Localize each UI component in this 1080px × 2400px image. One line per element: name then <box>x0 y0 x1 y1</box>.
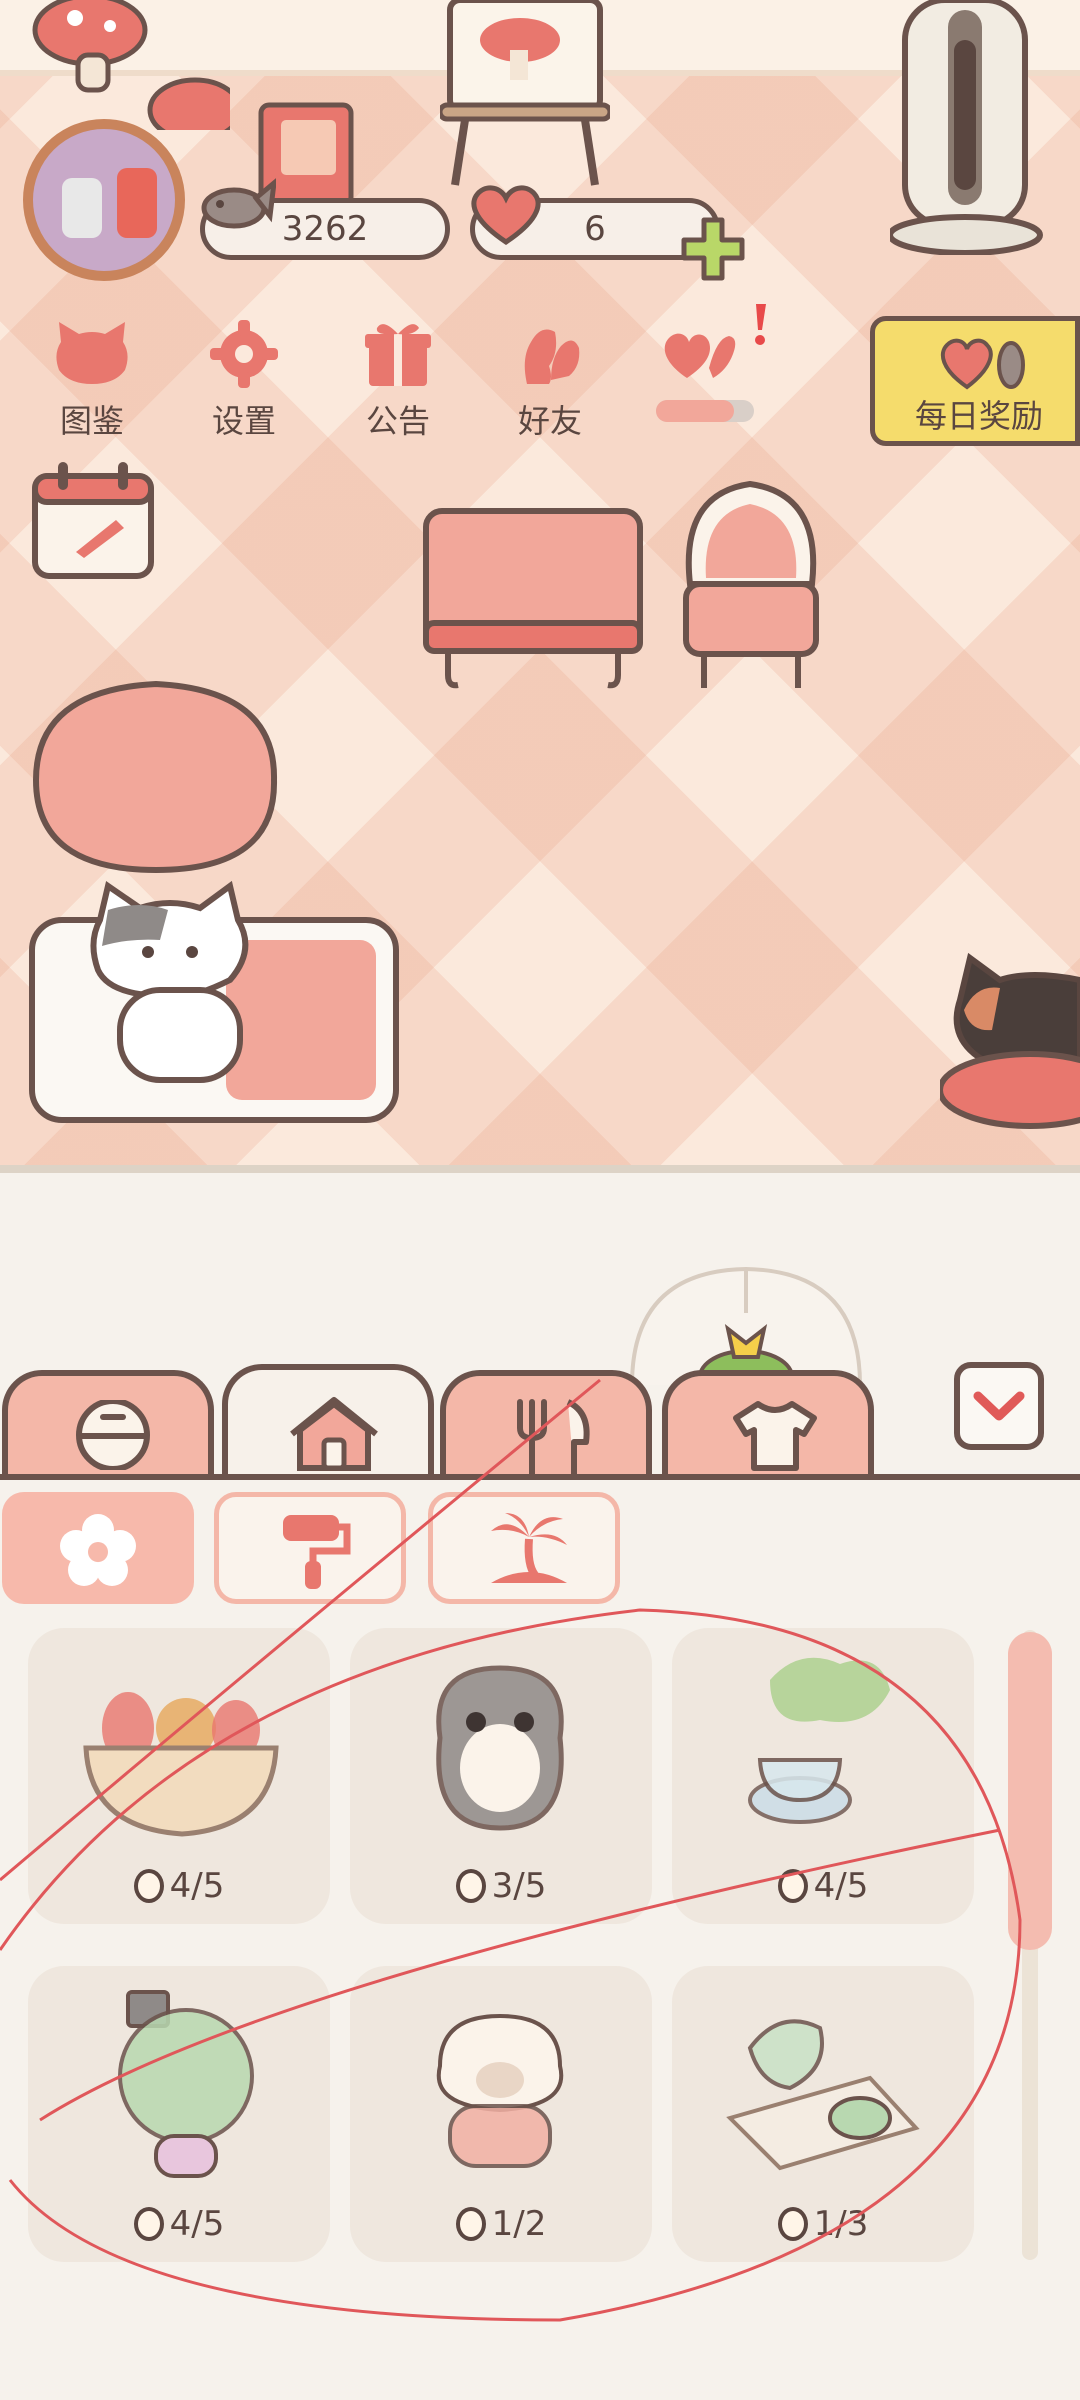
egg-icon <box>133 1869 164 1903</box>
puppy-cushion-icon <box>436 2013 564 2168</box>
daily-reward-label: 每日奖励 <box>915 397 1044 435</box>
collection-progress: 4/5 <box>28 2204 330 2244</box>
collection-card[interactable]: 4/5 <box>672 1628 974 1924</box>
egg-icon <box>777 1869 808 1903</box>
menu-notice-label: 公告 <box>365 402 430 440</box>
heart-fish-icon <box>940 338 1025 390</box>
subtab-outdoor[interactable] <box>428 1492 620 1604</box>
egg-icon <box>777 2207 808 2241</box>
calendar-icon[interactable] <box>30 458 158 584</box>
menu-notice-button[interactable]: 公告 <box>334 318 462 440</box>
menu-catalog-label: 图鉴 <box>59 402 124 440</box>
egg-icon <box>455 1869 486 1903</box>
pink-table-furniture[interactable] <box>420 505 650 697</box>
heart-hand-icon <box>664 333 736 378</box>
collection-count: 1/3 <box>813 2204 869 2244</box>
egg-icon <box>455 2207 486 2241</box>
collection-count: 3/5 <box>491 1866 547 1906</box>
collection-progress: 4/5 <box>28 1866 330 1906</box>
air-purifier-icon <box>890 0 1043 255</box>
add-hearts-button[interactable] <box>678 214 748 284</box>
fork-knife-icon <box>517 1399 590 1477</box>
collection-progress: 3/5 <box>350 1866 652 1906</box>
tea-set-icon <box>748 1657 890 1824</box>
affection-progress-fill <box>656 400 735 422</box>
topiary-tree-icon <box>118 1990 254 2178</box>
beanbag-furniture[interactable] <box>26 670 286 880</box>
easel-painting-icon <box>440 0 610 186</box>
gift-icon <box>365 324 431 386</box>
calico-cat-sprite[interactable] <box>940 940 1080 1140</box>
tab-dining[interactable] <box>440 1370 652 1480</box>
house-icon <box>290 1397 378 1471</box>
gear-icon <box>210 320 278 388</box>
bowl-icon <box>76 1400 150 1470</box>
tab-furniture[interactable] <box>222 1364 434 1480</box>
collection-count: 4/5 <box>169 1866 225 1906</box>
paint-roller-icon <box>283 1515 351 1589</box>
collection-count: 1/2 <box>491 2204 547 2244</box>
affection-progress-bar <box>656 400 754 422</box>
fish-icon <box>201 178 276 229</box>
tab-clothing[interactable] <box>662 1370 874 1480</box>
pink-chair-furniture[interactable] <box>676 474 826 704</box>
owl-plush-icon <box>436 1665 564 1831</box>
room-scene[interactable]: 3262 6 图鉴 设置 公告 好友 每日奖励 <box>0 0 1080 1170</box>
collection-progress: 1/3 <box>672 2204 974 2244</box>
menu-catalog-button[interactable]: 图鉴 <box>28 318 156 440</box>
collection-card[interactable]: 1/3 <box>672 1966 974 2262</box>
menu-friends-label: 好友 <box>517 402 582 440</box>
collection-count: 4/5 <box>813 1866 869 1906</box>
bird-dome-decor-icon <box>630 1266 862 1385</box>
collection-count: 4/5 <box>169 2204 225 2244</box>
gray-cat-sprite[interactable] <box>80 880 310 1090</box>
collection-progress: 4/5 <box>672 1866 974 1906</box>
collection-card[interactable]: 4/5 <box>28 1628 330 1924</box>
collection-card[interactable]: 1/2 <box>350 1966 652 2262</box>
mushroom-decor-icon <box>32 0 230 130</box>
tab-food-bowl[interactable] <box>2 1370 214 1480</box>
collection-card[interactable]: 3/5 <box>350 1628 652 1924</box>
menu-affection-button[interactable] <box>638 300 766 430</box>
menu-settings-button[interactable]: 设置 <box>180 318 308 440</box>
collapse-panel-button[interactable] <box>952 1360 1046 1452</box>
scrollbar-thumb[interactable] <box>1008 1632 1052 1950</box>
subtab-decor[interactable] <box>2 1492 194 1604</box>
tab-baseline <box>0 1474 1080 1480</box>
menu-friends-button[interactable]: 好友 <box>486 318 614 440</box>
daily-reward-button[interactable]: 每日奖励 <box>870 316 1080 446</box>
cat-face-icon <box>56 322 128 384</box>
panel-divider <box>0 1165 1080 1173</box>
friends-icon <box>524 329 580 384</box>
alert-badge-icon <box>755 304 766 345</box>
vegetable-basket-icon <box>83 1692 279 1837</box>
subtab-wallpaper[interactable] <box>214 1492 406 1604</box>
ice-cream-tray-icon <box>726 2019 920 2171</box>
egg-icon <box>133 2207 164 2241</box>
heart-icon <box>471 185 541 246</box>
shirt-icon <box>733 1401 817 1471</box>
collection-card[interactable]: 4/5 <box>28 1966 330 2262</box>
menu-settings-label: 设置 <box>211 402 276 440</box>
palm-island-icon <box>491 1513 567 1583</box>
player-avatar[interactable] <box>22 118 192 288</box>
collection-progress: 1/2 <box>350 2204 652 2244</box>
flower-icon <box>60 1514 136 1586</box>
